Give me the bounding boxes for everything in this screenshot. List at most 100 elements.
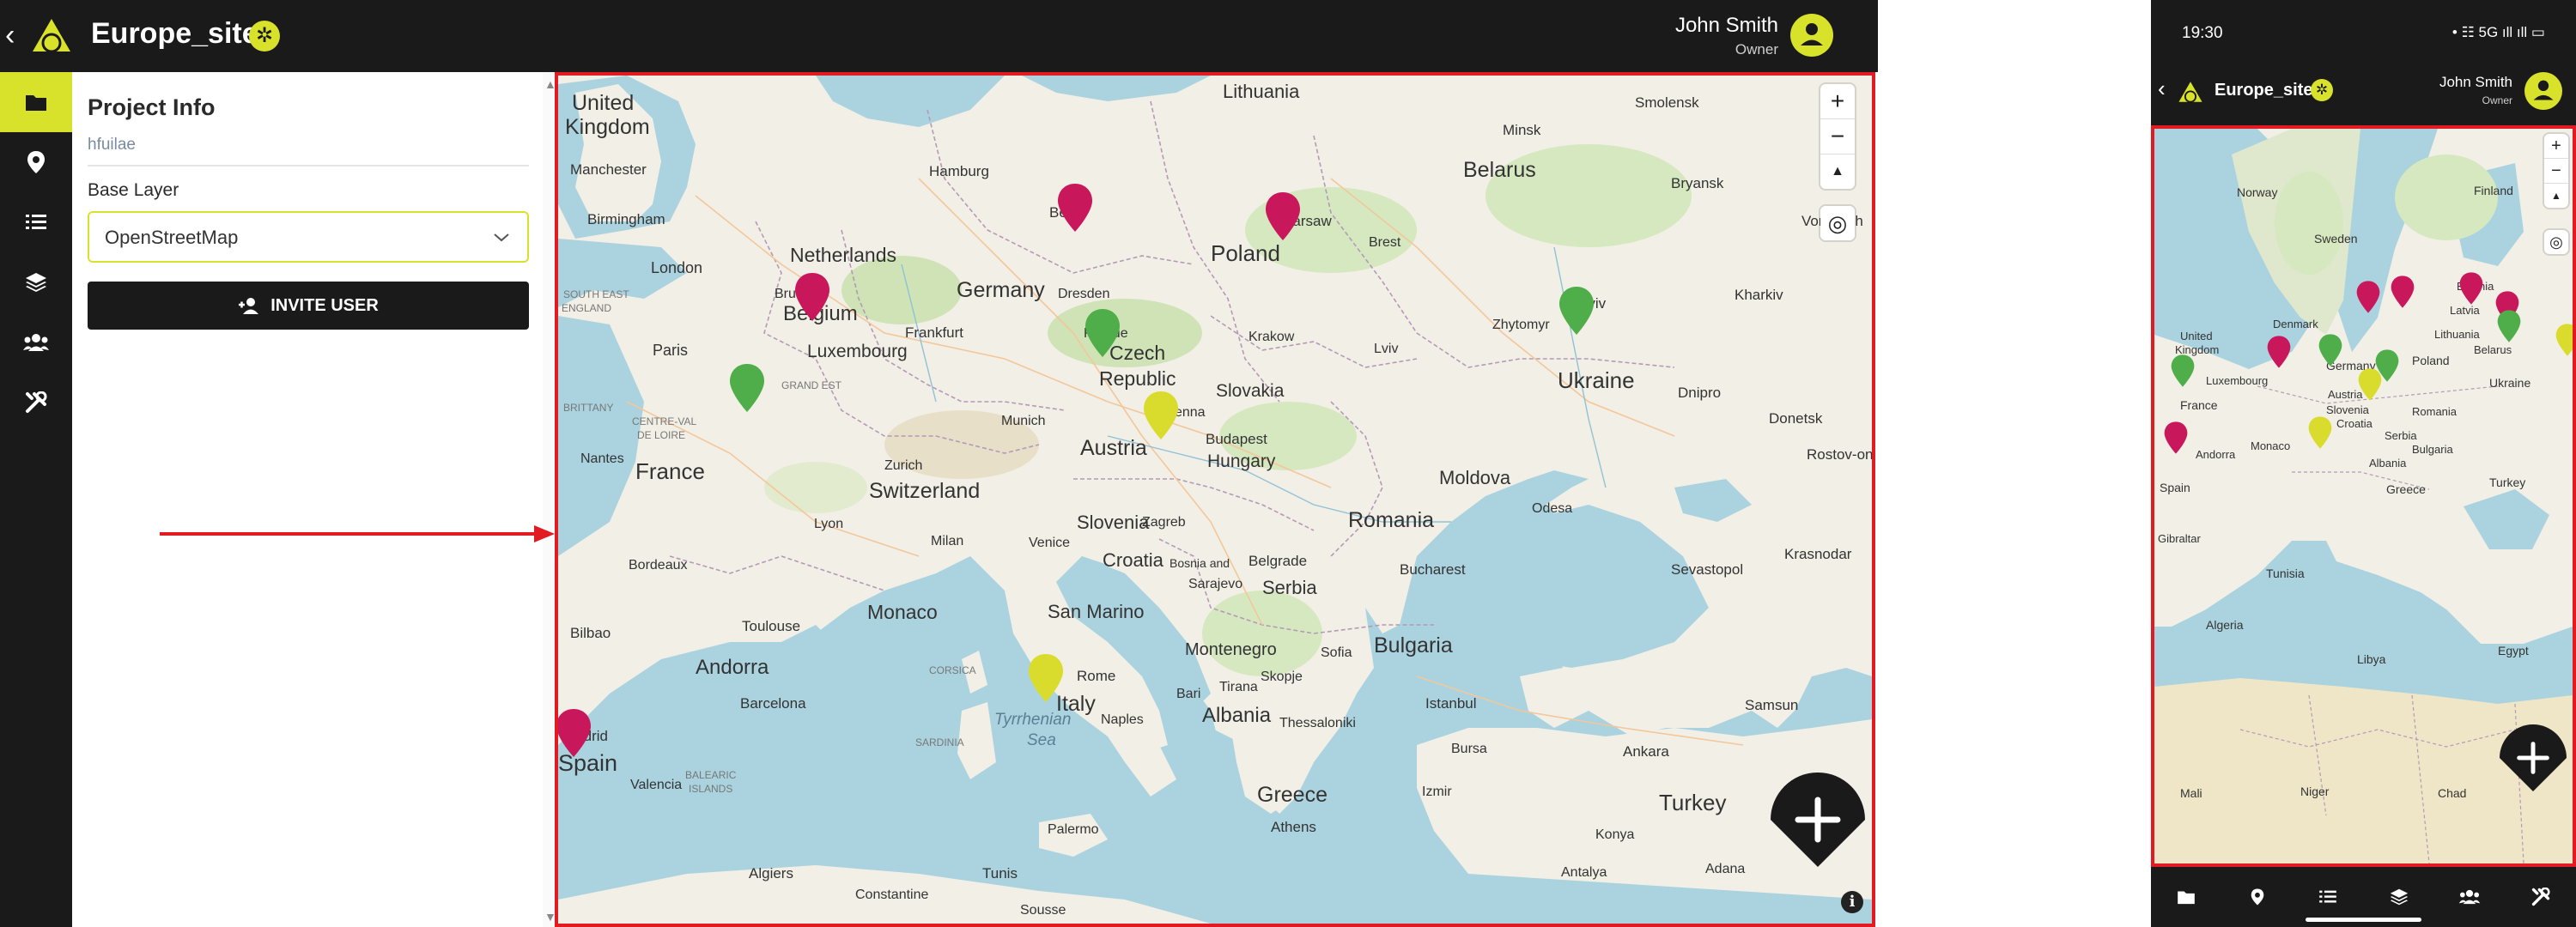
project-settings-gear-icon[interactable]: ✲ bbox=[249, 21, 280, 52]
map-label-city: Constantine bbox=[855, 888, 929, 902]
project-info-panel: Project Info hfuilae Base Layer OpenStre… bbox=[72, 72, 543, 927]
sidebar-item-tools[interactable] bbox=[0, 373, 72, 433]
map-view[interactable]: Lithuania United Kingdom Manchester Birm… bbox=[555, 72, 1875, 927]
map-marker-red[interactable] bbox=[1056, 182, 1094, 233]
map-marker-red[interactable] bbox=[2458, 271, 2484, 306]
map-marker-green[interactable] bbox=[1084, 307, 1121, 359]
map-label-country: Lithuania bbox=[1223, 81, 1300, 102]
nav-item-locations[interactable] bbox=[2222, 867, 2293, 927]
sidebar-item-layers[interactable] bbox=[0, 252, 72, 312]
map-label-city: Adana bbox=[1705, 862, 1746, 876]
locate-button[interactable]: ◎ bbox=[1820, 206, 1855, 240]
map-label-city: Bari bbox=[1176, 687, 1201, 701]
phone-map-view[interactable]: Norway Finland Sweden Estonia Latvia Lit… bbox=[2151, 125, 2576, 867]
map-label-city: Sousse bbox=[1020, 903, 1066, 918]
base-layer-label: Base Layer bbox=[88, 180, 179, 200]
map-label-country: Ukraine bbox=[2489, 376, 2531, 390]
map-label-city: Skopje bbox=[1261, 670, 1303, 684]
invite-user-button[interactable]: INVITE USER bbox=[88, 282, 529, 330]
map-label-region: BRITTANY bbox=[563, 402, 614, 414]
map-label-country: Luxembourg bbox=[2206, 374, 2269, 387]
map-marker-yellow[interactable] bbox=[1142, 390, 1180, 441]
map-marker-red[interactable] bbox=[2266, 335, 2292, 369]
map-label-country: Finland bbox=[2474, 184, 2513, 197]
map-marker-red[interactable] bbox=[555, 707, 592, 759]
locate-button[interactable]: ◎ bbox=[2544, 230, 2568, 254]
map-label-country: Monaco bbox=[2251, 439, 2291, 452]
zoom-in-button[interactable]: + bbox=[1820, 84, 1855, 118]
zoom-out-button[interactable]: − bbox=[1820, 119, 1855, 154]
back-icon[interactable]: ‹ bbox=[2158, 76, 2166, 102]
nav-item-tools[interactable] bbox=[2506, 867, 2576, 927]
map-marker-yellow[interactable] bbox=[2555, 323, 2576, 357]
sidebar-item-locations[interactable] bbox=[0, 132, 72, 192]
map-label-city: Bursa bbox=[1451, 742, 1487, 756]
back-icon[interactable]: ‹ bbox=[5, 21, 15, 50]
folder-icon bbox=[2178, 891, 2196, 905]
home-indicator bbox=[2306, 918, 2421, 922]
map-info-button[interactable]: i bbox=[1841, 891, 1863, 913]
desktop-app: ‹ Europe_sites ✲ John Smith Owner Projec… bbox=[0, 0, 1878, 927]
zoom-in-button[interactable]: + bbox=[2544, 134, 2568, 158]
status-indicators: • ☷ 5G ıll ıll ▭ bbox=[2451, 24, 2545, 40]
map-marker-red[interactable] bbox=[2163, 421, 2189, 455]
map-label-city: Toulouse bbox=[742, 618, 801, 634]
compass-button[interactable]: ▲ bbox=[1820, 154, 1855, 189]
map-label-country: Egypt bbox=[2498, 644, 2529, 657]
map-label-country: Norway bbox=[2237, 185, 2278, 199]
map-marker-green[interactable] bbox=[728, 362, 766, 414]
map-label-country: Hungary bbox=[1207, 451, 1276, 471]
map-marker-yellow[interactable] bbox=[2357, 367, 2383, 402]
sidebar-item-tasks[interactable] bbox=[0, 192, 72, 252]
user-role: Owner bbox=[2482, 94, 2512, 106]
map-marker-green[interactable] bbox=[2170, 354, 2196, 388]
map-label-country: Montenegro bbox=[1185, 640, 1277, 659]
avatar[interactable] bbox=[2524, 72, 2562, 110]
project-settings-gear-icon[interactable]: ✲ bbox=[2311, 79, 2333, 101]
map-label-city: Sofia bbox=[1321, 645, 1352, 660]
map-marker-green[interactable] bbox=[1558, 285, 1595, 336]
map-marker-red[interactable] bbox=[1264, 191, 1302, 242]
map-label-country: Slovenia bbox=[2326, 403, 2369, 416]
phone-header: ‹ Europe_sites ✲ John Smith Owner bbox=[2151, 62, 2576, 125]
sidebar-item-project[interactable] bbox=[0, 72, 72, 132]
tools-icon bbox=[26, 391, 47, 413]
compass-button[interactable]: ▲ bbox=[2544, 184, 2568, 208]
base-layer-value: OpenStreetMap bbox=[105, 227, 239, 248]
map-marker-red[interactable] bbox=[2390, 275, 2415, 309]
map-label-city: Budapest bbox=[1206, 431, 1267, 447]
top-bar: ‹ Europe_sites ✲ John Smith Owner bbox=[0, 0, 1878, 72]
map-label-region: CORSICA bbox=[929, 664, 976, 676]
panel-scrollbar[interactable]: ▲ ▼ bbox=[543, 72, 556, 927]
map-label-sea: Tyrrhenian bbox=[994, 711, 1072, 729]
base-layer-select[interactable]: OpenStreetMap bbox=[88, 211, 529, 263]
map-marker-green[interactable] bbox=[2318, 333, 2343, 367]
map-label-country: Kingdom bbox=[565, 115, 650, 139]
map-label-city: Bryansk bbox=[1671, 175, 1724, 191]
map-label-country: Bulgaria bbox=[1374, 633, 1453, 657]
nav-item-users[interactable] bbox=[2434, 867, 2506, 927]
map-marker-green[interactable] bbox=[2496, 309, 2522, 343]
map-label-city: Frankfurt bbox=[905, 324, 964, 341]
map-marker-red[interactable] bbox=[793, 271, 831, 323]
map-label-country: Netherlands bbox=[790, 244, 897, 266]
map-label-city: Izmir bbox=[1422, 785, 1452, 799]
add-site-button[interactable] bbox=[1771, 772, 1865, 867]
map-label-city: Donetsk bbox=[1769, 410, 1823, 427]
nav-item-project[interactable] bbox=[2151, 867, 2222, 927]
avatar[interactable] bbox=[1790, 14, 1833, 57]
map-label-country: Gibraltar bbox=[2158, 532, 2201, 545]
user-icon bbox=[2533, 80, 2554, 100]
map-label-country: Mali bbox=[2180, 786, 2202, 800]
map-label-country: United bbox=[572, 91, 635, 115]
map-marker-yellow[interactable] bbox=[2307, 415, 2333, 450]
map-label-country: Chad bbox=[2438, 786, 2467, 800]
map-marker-red[interactable] bbox=[2355, 280, 2381, 314]
map-label-city: Ankara bbox=[1623, 743, 1669, 760]
project-title: Europe_sites bbox=[91, 17, 275, 50]
map-label-city: Paris bbox=[653, 342, 689, 359]
map-marker-yellow[interactable] bbox=[1027, 652, 1065, 704]
sidebar-item-users[interactable] bbox=[0, 312, 72, 373]
add-site-button[interactable] bbox=[2500, 724, 2567, 791]
zoom-out-button[interactable]: − bbox=[2544, 159, 2568, 183]
